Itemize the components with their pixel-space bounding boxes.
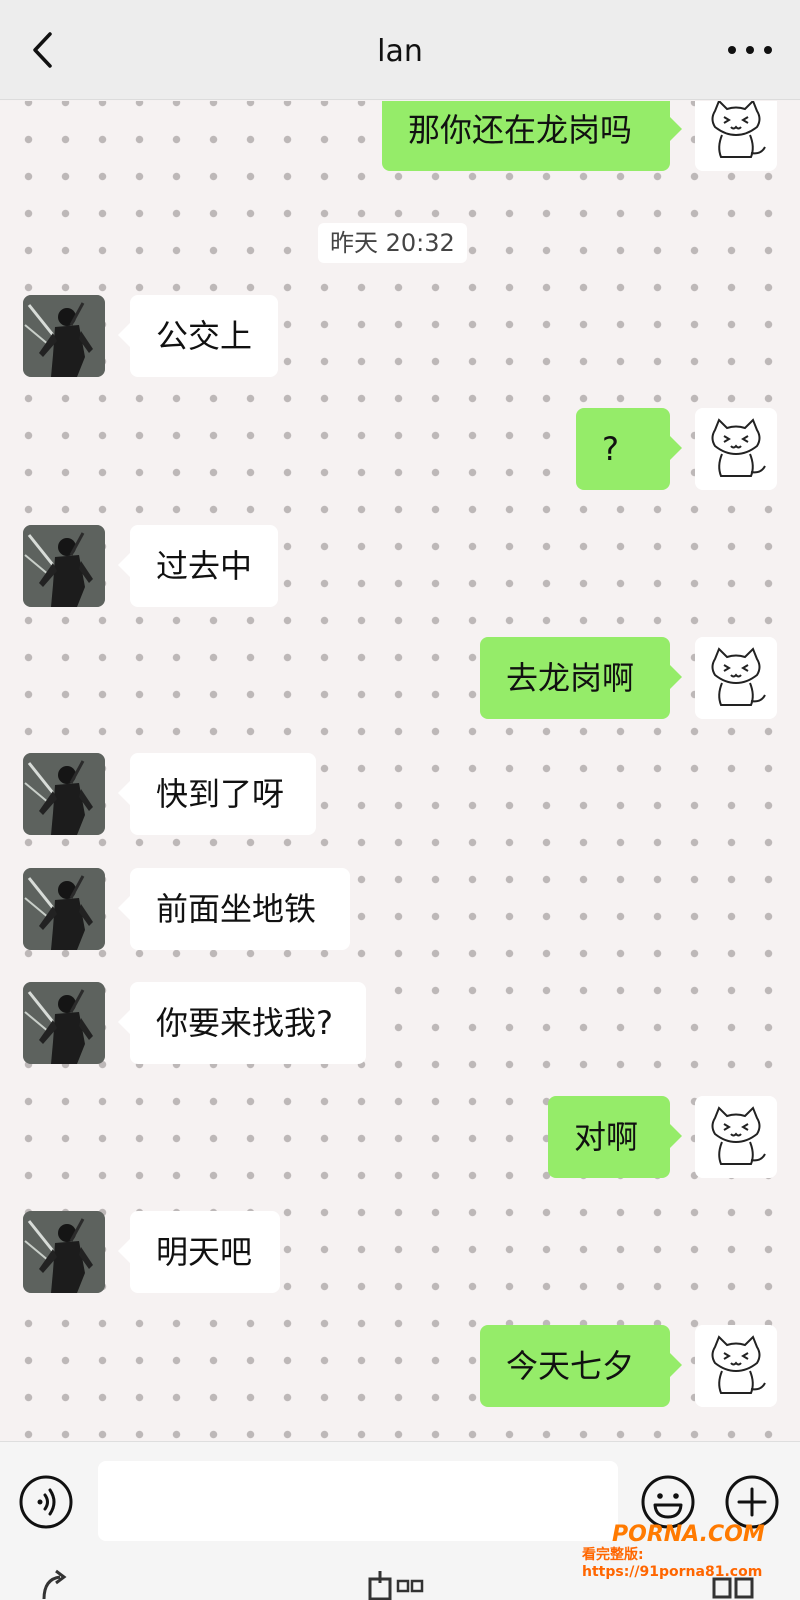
voice-icon xyxy=(19,1475,73,1529)
knight-avatar-icon xyxy=(23,982,105,1064)
contact-avatar[interactable] xyxy=(23,295,105,377)
my-avatar[interactable] xyxy=(695,1096,777,1178)
watermark: PORNA.COM 看完整版: https://91porna81.com xyxy=(582,1522,800,1580)
my-avatar[interactable] xyxy=(695,1325,777,1407)
message-bubble[interactable]: 前面坐地铁 xyxy=(118,868,350,950)
my-avatar[interactable] xyxy=(695,408,777,490)
message-bubble[interactable]: ? xyxy=(576,408,682,490)
contact-avatar[interactable] xyxy=(23,1211,105,1293)
watermark-url: 看完整版: https://91porna81.com xyxy=(582,1547,763,1580)
timestamp: 昨天 20:32 xyxy=(318,223,467,263)
voice-button[interactable] xyxy=(18,1474,74,1530)
cat-avatar-icon xyxy=(695,408,777,490)
contact-avatar[interactable] xyxy=(23,982,105,1064)
refresh-icon[interactable] xyxy=(36,1569,76,1600)
knight-avatar-icon xyxy=(23,868,105,950)
message-bubble[interactable]: 去龙岗啊 xyxy=(480,637,682,719)
cat-avatar-icon xyxy=(695,1096,777,1178)
knight-avatar-icon xyxy=(23,1211,105,1293)
message-input[interactable] xyxy=(98,1461,618,1541)
contact-avatar[interactable] xyxy=(23,753,105,835)
back-button[interactable] xyxy=(22,30,62,70)
cat-avatar-icon xyxy=(695,101,777,171)
message-bubble[interactable]: 明天吧 xyxy=(118,1211,280,1293)
contact-avatar[interactable] xyxy=(23,525,105,607)
message-bubble[interactable]: 公交上 xyxy=(118,295,278,377)
chat-title: lan xyxy=(377,34,423,69)
message-bubble[interactable]: 对啊 xyxy=(548,1096,682,1178)
chat-header: lan xyxy=(0,0,800,100)
cat-avatar-icon xyxy=(695,1325,777,1407)
message-bubble[interactable]: 那你还在龙岗吗 xyxy=(382,101,682,171)
contact-avatar[interactable] xyxy=(23,868,105,950)
chat-area[interactable]: 那你还在龙岗吗 昨天 20:32 公交上 ? 过去中 去龙岗啊 快到了呀 前面坐… xyxy=(0,101,800,1441)
message-bubble[interactable]: 你要来找我? xyxy=(118,982,366,1064)
my-avatar[interactable] xyxy=(695,101,777,171)
chevron-left-icon xyxy=(33,32,52,68)
message-bubble[interactable]: 过去中 xyxy=(118,525,278,607)
knight-avatar-icon xyxy=(23,753,105,835)
knight-avatar-icon xyxy=(23,525,105,607)
my-avatar[interactable] xyxy=(695,637,777,719)
cat-avatar-icon xyxy=(695,637,777,719)
more-button[interactable] xyxy=(728,36,772,64)
knight-avatar-icon xyxy=(23,295,105,377)
mini-program-icon[interactable] xyxy=(368,1569,428,1600)
message-bubble[interactable]: 快到了呀 xyxy=(118,753,316,835)
more-dots-icon xyxy=(728,46,736,54)
message-bubble[interactable]: 今天七夕 xyxy=(480,1325,682,1407)
